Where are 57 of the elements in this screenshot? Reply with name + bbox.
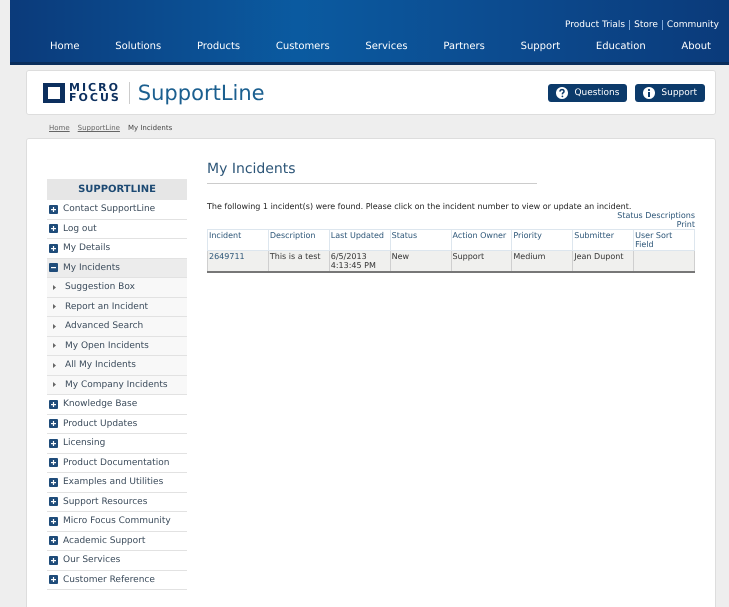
triangle-icon (53, 362, 56, 368)
table-cell: This is a test (268, 250, 330, 272)
sidebar-subitem[interactable]: My Company Incidents (47, 376, 187, 395)
triangle-icon (53, 382, 56, 388)
logo-icon (43, 82, 65, 102)
text-link[interactable]: Print (676, 220, 695, 229)
column-header: Incident (208, 230, 268, 250)
nav-link[interactable]: About (681, 41, 711, 52)
triangle-icon (53, 324, 56, 329)
text-link[interactable]: Status Descriptions (617, 211, 695, 220)
sidebar-item[interactable]: Support Resources (47, 492, 187, 512)
nav-link[interactable]: Solutions (115, 41, 162, 52)
nav-link[interactable]: Customers (276, 41, 330, 52)
sidebar-item[interactable]: Our Services (47, 551, 187, 570)
table-cell: Support (451, 250, 512, 272)
sidebar-subitem[interactable]: My Open Incidents (47, 336, 187, 356)
sidebar-subitem[interactable]: Report an Incident (47, 298, 187, 317)
table-cell: Jean Dupont (572, 250, 634, 272)
sidebar-item[interactable]: Licensing (47, 434, 187, 454)
table-cell: 6/5/2013 4:13:45 PM (329, 250, 390, 272)
nav-link[interactable]: Home (50, 41, 80, 52)
top-link[interactable]: Community (662, 20, 723, 30)
triangle-icon (53, 284, 56, 290)
intro-text: The following 1 incident(s) were found. Please click on the incident number to view or update an incident. (207, 202, 632, 211)
sidebar-item[interactable]: Product Updates (47, 414, 187, 434)
sidebar-item[interactable]: Customer Reference (47, 570, 187, 590)
logo-text: MICRO FOCUS (69, 82, 121, 102)
top-link[interactable]: Product Trials (560, 20, 630, 30)
sidebar-subitem[interactable]: Suggestion Box (47, 278, 187, 298)
sidebar-item[interactable]: My Incidents (47, 258, 187, 278)
nav-link[interactable]: Education (596, 41, 646, 52)
sidebar-item[interactable]: Log out (47, 220, 187, 239)
table-cell (634, 250, 694, 272)
sidebar-item[interactable]: Knowledge Base (47, 395, 187, 414)
sidebar-item[interactable]: Contact SupportLine (47, 200, 187, 220)
table-cell: New (390, 250, 451, 272)
help-icon (556, 86, 568, 98)
site-title: SupportLine (138, 80, 265, 104)
sidebar-item[interactable]: Academic Support (47, 532, 187, 551)
sidebar-item[interactable]: Micro Focus Community (47, 512, 187, 532)
sidebar-subitem[interactable]: Advanced Search (47, 317, 187, 336)
sidebar-subitem[interactable]: All My Incidents (47, 356, 187, 376)
sidebar-item[interactable]: Examples and Utilities (47, 473, 187, 492)
triangle-icon (53, 304, 56, 310)
info-icon (643, 86, 656, 98)
header-button[interactable]: Support (635, 84, 705, 102)
nav-link[interactable]: Support (520, 41, 560, 52)
header-button[interactable]: Questions (548, 84, 628, 102)
nav-link[interactable]: Services (365, 41, 408, 52)
table-cell: Medium (512, 250, 573, 272)
nav-link[interactable]: Partners (443, 41, 485, 52)
page-heading: My Incidents (207, 161, 537, 184)
nav-link[interactable]: Products (196, 41, 240, 52)
top-link[interactable]: Store (629, 20, 662, 30)
sidebar-item[interactable]: Product Documentation (47, 454, 187, 473)
triangle-icon (53, 343, 56, 348)
sidebar-title: SUPPORTLINE (47, 179, 187, 200)
